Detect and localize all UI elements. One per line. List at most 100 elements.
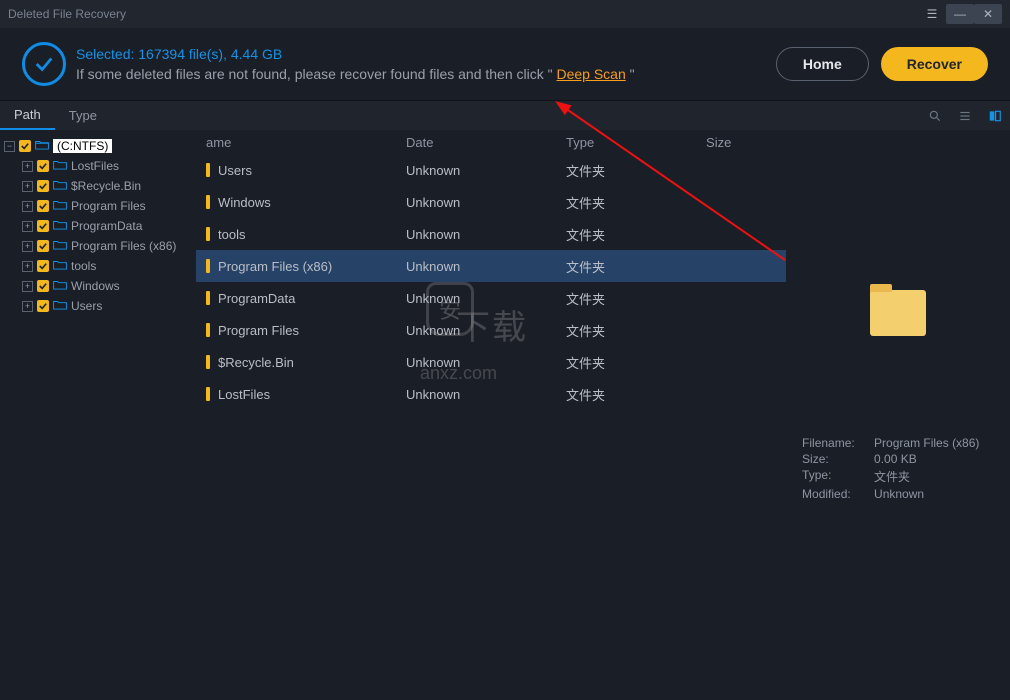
row-marker <box>206 323 210 337</box>
tree-item-label: tools <box>71 259 96 273</box>
col-size-header[interactable]: Size <box>706 135 786 150</box>
tree-item-label: ProgramData <box>71 219 142 233</box>
cell-type: 文件夹 <box>566 257 706 276</box>
expand-icon[interactable]: + <box>22 281 33 292</box>
checkbox[interactable] <box>37 180 49 192</box>
checkbox[interactable] <box>37 220 49 232</box>
expand-icon[interactable]: + <box>22 181 33 192</box>
checkbox[interactable] <box>37 300 49 312</box>
expand-icon[interactable]: + <box>22 241 33 252</box>
table-row[interactable]: Users Unknown文件夹 <box>196 154 786 186</box>
cell-type: 文件夹 <box>566 193 706 212</box>
cell-date: Unknown <box>406 355 566 370</box>
folder-icon <box>53 299 67 314</box>
detail-size: 0.00 KB <box>874 452 917 466</box>
detail-modified-label: Modified: <box>802 487 874 501</box>
cell-type: 文件夹 <box>566 225 706 244</box>
recover-button[interactable]: Recover <box>881 47 988 81</box>
titlebar: Deleted File Recovery ☰ — ✕ <box>0 0 1010 28</box>
cell-date: Unknown <box>406 163 566 178</box>
cell-date: Unknown <box>406 323 566 338</box>
checkbox[interactable] <box>37 240 49 252</box>
detail-filename: Program Files (x86) <box>874 436 979 450</box>
detail-filename-label: Filename: <box>802 436 874 450</box>
tab-path[interactable]: Path <box>0 101 55 130</box>
drive-icon <box>35 139 49 154</box>
col-type-header[interactable]: Type <box>566 135 706 150</box>
cell-type: 文件夹 <box>566 289 706 308</box>
checkbox[interactable] <box>37 280 49 292</box>
table-row[interactable]: ProgramDataUnknown文件夹 <box>196 282 786 314</box>
detail-size-label: Size: <box>802 452 874 466</box>
table-row[interactable]: LostFilesUnknown文件夹 <box>196 378 786 410</box>
cell-name: $Recycle.Bin <box>218 355 294 370</box>
row-marker <box>206 291 210 305</box>
tree-item[interactable]: + tools <box>4 256 192 276</box>
checkbox[interactable] <box>19 140 31 152</box>
cell-type: 文件夹 <box>566 385 706 404</box>
row-marker <box>206 163 210 177</box>
tree-item[interactable]: +Users <box>4 296 192 316</box>
search-icon[interactable] <box>920 101 950 130</box>
tree-root-label: (C:NTFS) <box>53 139 112 153</box>
expand-icon[interactable]: + <box>22 201 33 212</box>
cell-date: Unknown <box>406 259 566 274</box>
folder-icon <box>53 279 67 294</box>
checkbox[interactable] <box>37 200 49 212</box>
tree-item[interactable]: + Program Files (x86) <box>4 236 192 256</box>
detail-view-icon[interactable] <box>980 101 1010 130</box>
col-date-header[interactable]: Date <box>406 135 566 150</box>
collapse-icon[interactable]: − <box>4 141 15 152</box>
row-marker <box>206 387 210 401</box>
folder-icon <box>53 259 67 274</box>
cell-name: Program Files <box>218 323 299 338</box>
table-row[interactable]: $Recycle.BinUnknown文件夹 <box>196 346 786 378</box>
tree-item[interactable]: + Program Files <box>4 196 192 216</box>
tab-bar: Path Type <box>0 100 1010 130</box>
table-row[interactable]: Program Files (x86)Unknown文件夹 <box>196 250 786 282</box>
detail-type-label: Type: <box>802 468 874 485</box>
cell-name: tools <box>218 227 245 242</box>
expand-icon[interactable]: + <box>22 221 33 232</box>
folder-icon <box>53 179 67 194</box>
header: Selected: 167394 file(s), 4.44 GB If som… <box>0 28 1010 100</box>
deep-scan-link[interactable]: Deep Scan <box>556 66 625 82</box>
expand-icon[interactable]: + <box>22 261 33 272</box>
cell-name: Users <box>218 163 252 178</box>
close-button[interactable]: ✕ <box>974 4 1002 24</box>
cell-date: Unknown <box>406 195 566 210</box>
tree-item-label: Program Files (x86) <box>71 239 176 253</box>
expand-icon[interactable]: + <box>22 161 33 172</box>
checkbox[interactable] <box>37 160 49 172</box>
cell-type: 文件夹 <box>566 161 706 180</box>
table-row[interactable]: Windows Unknown文件夹 <box>196 186 786 218</box>
table-row[interactable]: Program Files Unknown文件夹 <box>196 314 786 346</box>
col-name-header[interactable]: ame <box>206 135 406 150</box>
folder-icon <box>53 159 67 174</box>
cell-type: 文件夹 <box>566 321 706 340</box>
tree-item[interactable]: +$Recycle.Bin <box>4 176 192 196</box>
tree-item-label: LostFiles <box>71 159 119 173</box>
cell-name: Windows <box>218 195 271 210</box>
home-button[interactable]: Home <box>776 47 869 81</box>
tree-item[interactable]: +Windows <box>4 276 192 296</box>
folder-icon <box>53 219 67 234</box>
minimize-button[interactable]: — <box>946 4 974 24</box>
row-marker <box>206 195 210 209</box>
menu-icon[interactable]: ☰ <box>918 4 946 24</box>
tab-type[interactable]: Type <box>55 101 111 130</box>
tree-item[interactable]: + ProgramData <box>4 216 192 236</box>
table-header: ame Date Type Size <box>196 130 786 154</box>
selected-summary: Selected: 167394 file(s), 4.44 GB <box>76 46 776 62</box>
table-row[interactable]: toolsUnknown文件夹 <box>196 218 786 250</box>
row-marker <box>206 227 210 241</box>
list-view-icon[interactable] <box>950 101 980 130</box>
tree-item[interactable]: + LostFiles <box>4 156 192 176</box>
row-marker <box>206 355 210 369</box>
checkbox[interactable] <box>37 260 49 272</box>
tree-root-row[interactable]: − (C:NTFS) <box>4 136 192 156</box>
tree-item-label: Program Files <box>71 199 146 213</box>
preview-folder-icon <box>802 290 994 336</box>
expand-icon[interactable]: + <box>22 301 33 312</box>
folder-icon <box>53 239 67 254</box>
